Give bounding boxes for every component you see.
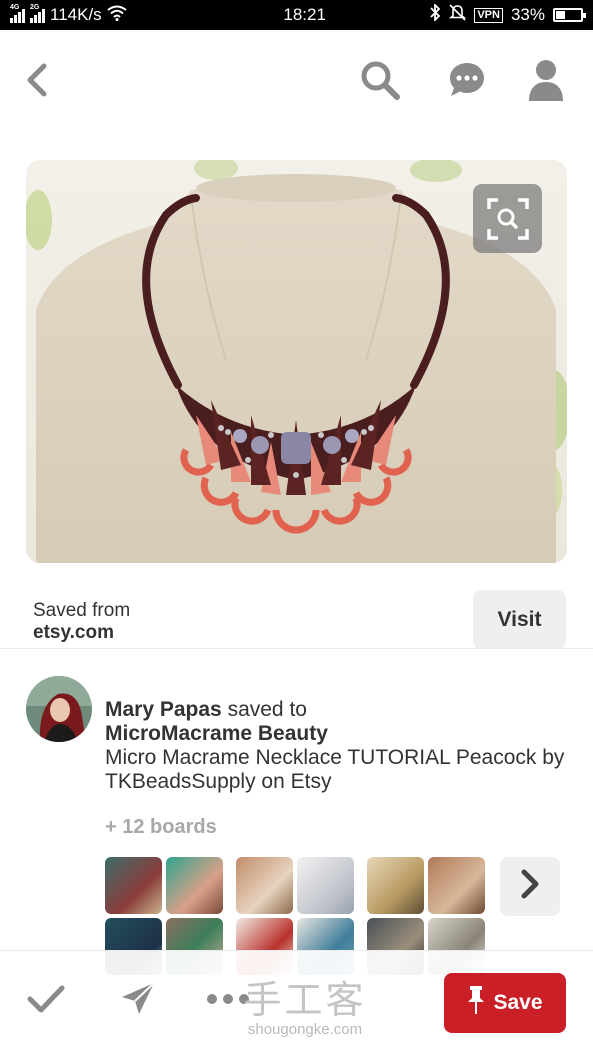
clock: 18:21 bbox=[283, 5, 326, 24]
watermark-url: shougongke.com bbox=[247, 1021, 363, 1038]
chevron-right-icon bbox=[520, 869, 540, 904]
saved-from-label: Saved from bbox=[33, 600, 131, 621]
send-icon bbox=[120, 981, 156, 1022]
board-thumbnail bbox=[166, 857, 223, 914]
divider bbox=[0, 648, 593, 649]
send-button[interactable] bbox=[116, 979, 160, 1023]
visual-search-button[interactable] bbox=[473, 184, 542, 253]
bottom-action-bar: 手工客 shougongke.com Save bbox=[0, 950, 593, 1054]
more-boards-link[interactable]: + 12 boards bbox=[105, 816, 217, 839]
board-thumbnail bbox=[105, 857, 162, 914]
search-button[interactable] bbox=[358, 60, 402, 104]
saver-name[interactable]: Mary Papas bbox=[105, 698, 222, 721]
back-button[interactable] bbox=[15, 60, 59, 104]
profile-button[interactable] bbox=[524, 59, 568, 106]
bluetooth-icon bbox=[429, 2, 441, 26]
done-button[interactable] bbox=[24, 979, 68, 1023]
back-arrow-icon bbox=[25, 63, 49, 102]
messages-button[interactable] bbox=[445, 60, 489, 104]
source-domain[interactable]: etsy.com bbox=[33, 622, 130, 644]
board-thumbnail bbox=[236, 857, 293, 914]
save-label: Save bbox=[493, 991, 543, 1014]
board-thumbnail bbox=[367, 857, 424, 914]
network-speed: 114K/s bbox=[50, 5, 102, 24]
signal-4g-icon: 4G bbox=[10, 4, 25, 23]
pin-detail-screen: 4G 2G 114K/s 18:21 VPN 33% Saved from et… bbox=[0, 0, 593, 1054]
pin-icon bbox=[467, 985, 485, 1021]
save-button[interactable]: Save bbox=[444, 973, 566, 1033]
pin-description: Micro Macrame Necklace TUTORIAL Peacock … bbox=[105, 746, 565, 793]
chat-icon bbox=[447, 60, 487, 105]
checkmark-icon bbox=[26, 984, 66, 1019]
status-bar: 4G 2G 114K/s 18:21 VPN 33% bbox=[0, 0, 593, 30]
vpn-badge: VPN bbox=[474, 7, 503, 23]
board-name[interactable]: MicroMacrame Beauty bbox=[105, 722, 328, 745]
boards-next-button[interactable] bbox=[500, 857, 560, 916]
saved-to-text: saved to bbox=[221, 698, 307, 721]
search-icon bbox=[359, 59, 401, 106]
profile-icon bbox=[528, 59, 564, 106]
board-thumbnail bbox=[428, 857, 485, 914]
signal-2g-icon: 2G bbox=[30, 4, 45, 23]
battery-percent: 33% bbox=[510, 5, 545, 24]
source-info: Saved from etsy.com bbox=[33, 600, 130, 644]
mute-bell-icon bbox=[448, 4, 467, 26]
top-nav bbox=[0, 50, 593, 116]
visual-search-icon bbox=[486, 197, 530, 241]
watermark-chinese: 手工客 bbox=[243, 978, 367, 1022]
watermark: 手工客 shougongke.com bbox=[230, 979, 380, 1038]
pin-image[interactable] bbox=[26, 160, 567, 563]
saver-info: Mary Papas saved to MicroMacrame Beauty … bbox=[105, 698, 565, 794]
avatar[interactable] bbox=[26, 676, 92, 742]
battery-icon bbox=[553, 8, 586, 22]
visit-button[interactable]: Visit bbox=[473, 590, 566, 649]
board-thumbnail bbox=[297, 857, 354, 914]
wifi-icon bbox=[107, 5, 127, 26]
